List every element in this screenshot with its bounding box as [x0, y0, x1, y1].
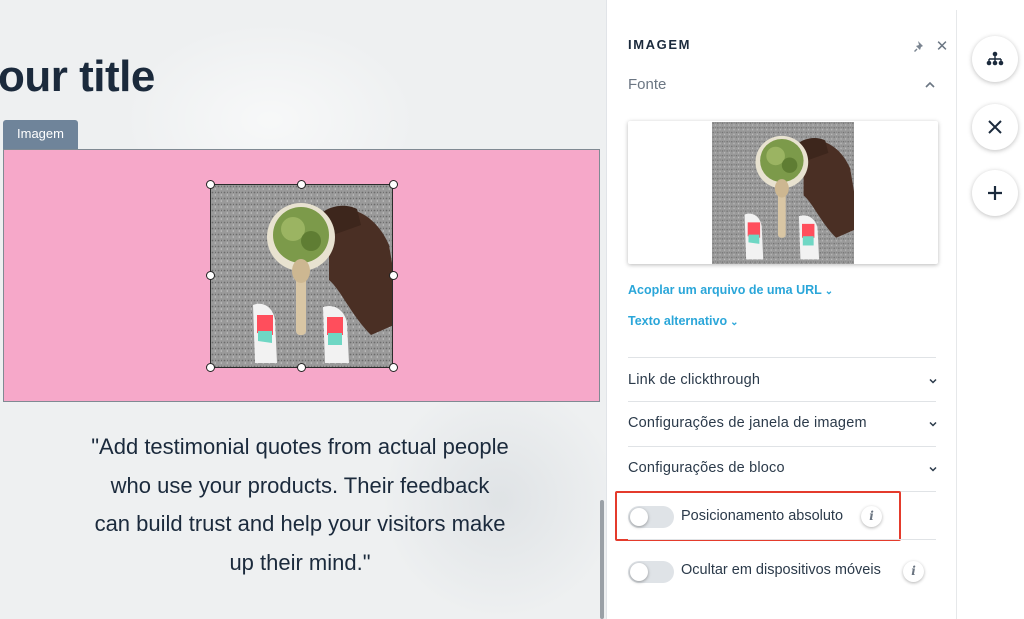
divider: [628, 446, 936, 447]
resize-handle-w[interactable]: [206, 271, 215, 280]
chevron-down-icon: [929, 466, 937, 472]
chevron-down-icon: [929, 378, 937, 384]
highlight-box: [615, 491, 901, 541]
divider: [628, 401, 936, 402]
chevron-down-icon: ⌄: [730, 317, 739, 328]
resize-handle-e[interactable]: [389, 271, 398, 280]
divider: [628, 539, 936, 540]
resize-handle-s[interactable]: [297, 363, 306, 372]
close-icon: [988, 120, 1002, 134]
preview-photo: [712, 122, 854, 264]
photo-ice-cream: [211, 185, 392, 367]
pin-icon[interactable]: [912, 38, 928, 54]
close-editor-button[interactable]: [972, 104, 1018, 150]
close-icon[interactable]: ✕: [935, 39, 949, 54]
row-image-window-settings[interactable]: Configurações de janela de imagem: [628, 415, 940, 435]
canvas-scrollbar[interactable]: [600, 500, 604, 619]
divider: [628, 357, 936, 358]
editor-canvas[interactable]: our title Imagem "Add testimonial quotes…: [0, 0, 606, 619]
panel-title: IMAGEM: [628, 37, 692, 52]
row-label: Configurações de bloco: [628, 460, 785, 476]
toggle-knob: [630, 563, 648, 581]
resize-handle-sw[interactable]: [206, 363, 215, 372]
info-icon[interactable]: i: [903, 561, 924, 582]
testimonial-quote[interactable]: "Add testimonial quotes from actual peop…: [90, 428, 510, 582]
chevron-down-icon: [929, 421, 937, 427]
hide-on-mobile-toggle[interactable]: [628, 561, 674, 583]
add-element-button[interactable]: [972, 170, 1018, 216]
resize-handle-n[interactable]: [297, 180, 306, 189]
image-settings-panel: IMAGEM ✕ Fonte Acoplar um arquivo de uma…: [606, 0, 957, 619]
image-block-tag[interactable]: Imagem: [3, 120, 78, 149]
hide-on-mobile-label: Ocultar em dispositivos móveis: [681, 562, 881, 578]
row-block-settings[interactable]: Configurações de bloco: [628, 460, 940, 480]
structure-button[interactable]: [972, 36, 1018, 82]
attach-url-label: Acoplar um arquivo de uma URL: [628, 283, 822, 297]
source-section-label[interactable]: Fonte: [628, 76, 666, 93]
resize-handle-ne[interactable]: [389, 180, 398, 189]
image-preview[interactable]: [628, 121, 938, 264]
resize-handle-se[interactable]: [389, 363, 398, 372]
photo-ice-cream: [712, 122, 854, 264]
right-toolbar: [957, 0, 1024, 619]
plus-icon: [988, 186, 1002, 200]
row-clickthrough-link[interactable]: Link de clickthrough: [628, 372, 940, 392]
selected-image[interactable]: [210, 184, 393, 368]
attach-url-link[interactable]: Acoplar um arquivo de uma URL ⌄: [628, 283, 833, 297]
row-label: Link de clickthrough: [628, 372, 761, 388]
resize-handle-nw[interactable]: [206, 180, 215, 189]
hierarchy-icon: [986, 51, 1004, 66]
alt-text-label: Texto alternativo: [628, 314, 728, 328]
alt-text-link[interactable]: Texto alternativo ⌄: [628, 314, 739, 328]
row-label: Configurações de janela de imagem: [628, 415, 867, 431]
chevron-up-icon[interactable]: [923, 78, 937, 92]
page-title[interactable]: our title: [0, 52, 155, 102]
chevron-down-icon: ⌄: [824, 286, 834, 297]
